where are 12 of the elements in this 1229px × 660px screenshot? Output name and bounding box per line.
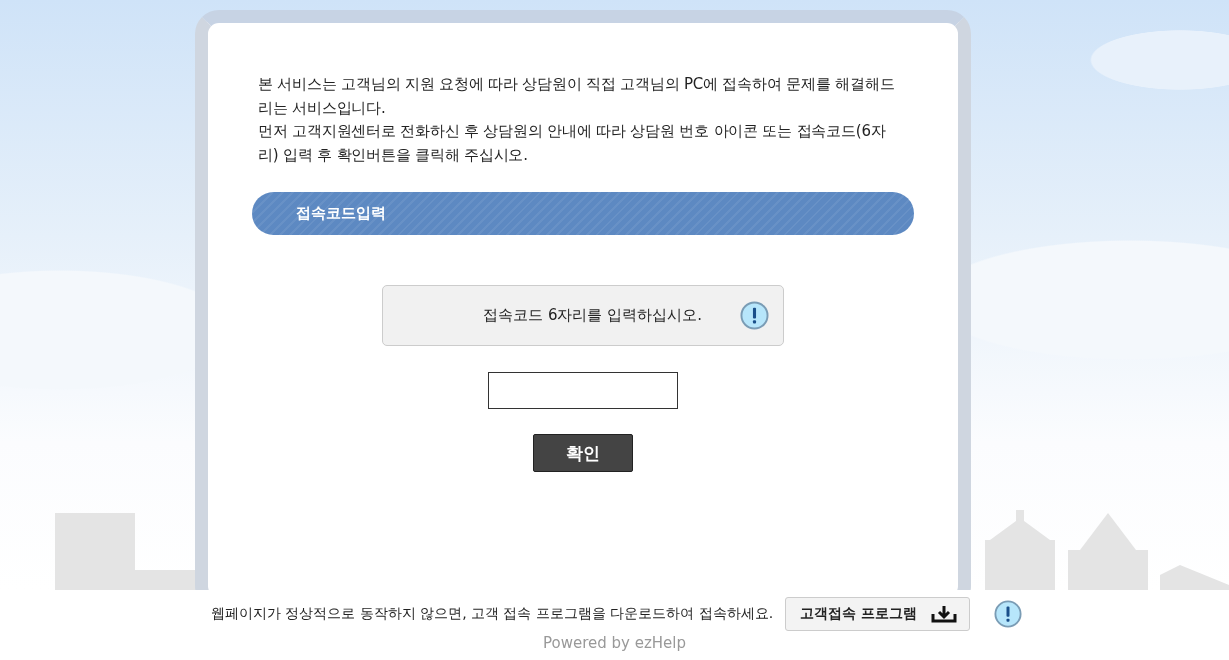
notice-text: 접속코드 6자리를 입력하십시오. bbox=[483, 306, 702, 325]
download-program-button[interactable]: 고객접속 프로그램 bbox=[785, 597, 971, 631]
download-icon bbox=[931, 605, 958, 623]
info-icon bbox=[994, 600, 1023, 628]
section-title: 접속코드입력 bbox=[296, 204, 386, 223]
confirm-button[interactable]: 확인 bbox=[533, 434, 633, 472]
powered-by-text: Powered by ezHelp bbox=[543, 634, 686, 652]
info-icon bbox=[740, 301, 769, 330]
code-input-field[interactable] bbox=[488, 372, 678, 409]
intro-text: 본 서비스는 고객님의 지원 요청에 따라 상담원이 직접 고객님의 PC에 접속하여 문제를 해결해드리는 서비스입니다. bbox=[257, 74, 896, 119]
intro-text: 먼저 고객지원센터로 전화하신 후 상담원의 안내에 따라 상담원 번호 아이콘 또는 접속코드(6자리) 입력 후 확인버튼을 클릭해 주십시오. bbox=[257, 121, 887, 166]
download-message: 웹페이지가 정상적으로 동작하지 않으면, 고객 접속 프로그램을 다운로드하여 접속하세요. bbox=[210, 605, 774, 623]
